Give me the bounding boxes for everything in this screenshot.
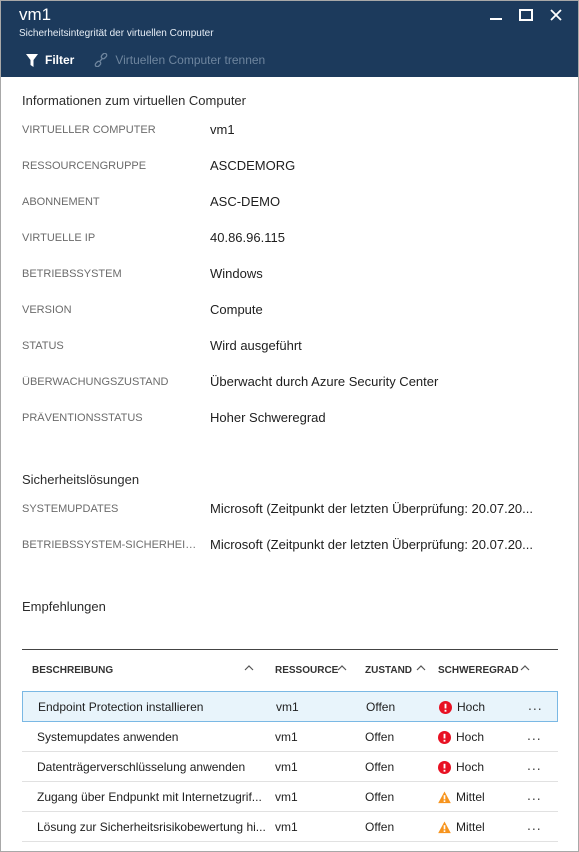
window-controls bbox=[478, 7, 568, 23]
prop-value-vm: vm1 bbox=[210, 122, 235, 137]
severity-label: Hoch bbox=[456, 730, 485, 744]
cell-state: Offen bbox=[365, 760, 395, 774]
severity-label: Hoch bbox=[457, 700, 486, 714]
prop-key-os: BETRIEBSSYSTEM bbox=[22, 268, 122, 280]
prop-value-resource-group: ASCDEMORG bbox=[210, 158, 296, 173]
disconnect-vm-button[interactable]: Virtuellen Computer trennen bbox=[94, 53, 265, 67]
link-icon bbox=[94, 53, 108, 67]
prop-value-monitoring-state: Überwacht durch Azure Security Center bbox=[210, 374, 439, 389]
table-row[interactable]: Lösung zur Sicherheitsrisikobewertung hi… bbox=[22, 812, 558, 842]
warning-icon bbox=[438, 820, 451, 833]
cell-resource: vm1 bbox=[275, 730, 298, 744]
column-header-state[interactable]: ZUSTAND bbox=[365, 665, 412, 676]
sort-up-icon[interactable] bbox=[416, 663, 426, 673]
disconnect-vm-label: Virtuellen Computer trennen bbox=[115, 53, 266, 67]
filter-label: Filter bbox=[45, 53, 75, 67]
cell-severity: Hoch bbox=[439, 700, 529, 714]
cell-resource: vm1 bbox=[275, 820, 298, 834]
error-icon bbox=[438, 760, 451, 774]
more-actions-button[interactable]: ... bbox=[528, 697, 543, 713]
column-header-resource[interactable]: RESSOURCE bbox=[275, 665, 338, 676]
cell-description: Lösung zur Sicherheitsrisikobewertung hi… bbox=[37, 820, 266, 834]
prop-key-subscription: ABONNEMENT bbox=[22, 196, 100, 208]
cell-description: Systemupdates anwenden bbox=[37, 730, 179, 744]
minimize-button[interactable] bbox=[484, 7, 508, 23]
filter-button[interactable]: Filter bbox=[26, 53, 74, 67]
table-row[interactable]: Endpoint Protection installieren vm1 Off… bbox=[22, 691, 558, 722]
more-actions-button[interactable]: ... bbox=[527, 757, 542, 773]
prop-key-status: STATUS bbox=[22, 340, 64, 352]
blade-header: vm1 Sicherheitsintegrität der virtuellen… bbox=[1, 1, 578, 77]
cell-resource: vm1 bbox=[276, 700, 299, 714]
sort-up-icon[interactable] bbox=[244, 663, 254, 673]
cell-severity: Hoch bbox=[438, 730, 528, 744]
more-actions-button[interactable]: ... bbox=[527, 817, 542, 833]
column-header-description[interactable]: BESCHREIBUNG bbox=[32, 665, 113, 676]
more-actions-button[interactable]: ... bbox=[527, 787, 542, 803]
prop-value-prevention-status: Hoher Schweregrad bbox=[210, 410, 326, 425]
security-solutions-title: Sicherheitslösungen bbox=[22, 472, 140, 487]
maximize-icon bbox=[519, 9, 533, 21]
cell-severity: Hoch bbox=[438, 760, 528, 774]
prop-value-virtual-ip: 40.86.96.115 bbox=[210, 230, 285, 245]
cell-description: Endpoint Protection installieren bbox=[38, 700, 204, 714]
cell-severity: Mittel bbox=[438, 790, 528, 804]
sort-up-icon[interactable] bbox=[520, 663, 530, 673]
cell-state: Offen bbox=[365, 730, 395, 744]
cell-severity: Mittel bbox=[438, 820, 528, 834]
cell-description: Zugang über Endpunkt mit Internetzugrif.… bbox=[37, 790, 262, 804]
prop-key-virtual-ip: VIRTUELLE IP bbox=[22, 232, 96, 244]
close-button[interactable] bbox=[544, 7, 568, 23]
prop-value-os-security: Microsoft (Zeitpunkt der letzten Überprü… bbox=[210, 537, 534, 552]
filter-icon bbox=[26, 53, 38, 67]
prop-value-subscription: ASC-DEMO bbox=[210, 194, 281, 209]
warning-icon bbox=[438, 790, 451, 803]
recommendations-title: Empfehlungen bbox=[22, 599, 106, 614]
command-bar: Filter Virtuellen Computer trennen bbox=[1, 47, 265, 73]
prop-key-os-security: BETRIEBSSYSTEM-SICHERHEITS... bbox=[22, 539, 202, 551]
maximize-button[interactable] bbox=[514, 7, 538, 23]
recommendations-table: BESCHREIBUNG RESSOURCE ZUSTAND SCHWEREGR… bbox=[22, 649, 558, 842]
error-icon bbox=[438, 730, 451, 744]
cell-resource: vm1 bbox=[275, 760, 298, 774]
cell-state: Offen bbox=[366, 700, 396, 714]
severity-label: Mittel bbox=[456, 820, 485, 834]
blade-title: vm1 bbox=[19, 5, 52, 24]
prop-value-status: Wird ausgeführt bbox=[210, 338, 302, 353]
prop-key-resource-group: RESSOURCENGRUPPE bbox=[22, 160, 147, 172]
table-header: BESCHREIBUNG RESSOURCE ZUSTAND SCHWEREGR… bbox=[22, 649, 558, 692]
prop-value-os: Windows bbox=[210, 266, 263, 281]
prop-key-system-updates: SYSTEMUPDATES bbox=[22, 503, 119, 515]
prop-value-system-updates: Microsoft (Zeitpunkt der letzten Überprü… bbox=[210, 501, 534, 516]
prop-value-version: Compute bbox=[210, 302, 263, 317]
severity-label: Mittel bbox=[456, 790, 485, 804]
minimize-icon bbox=[490, 18, 502, 20]
cell-resource: vm1 bbox=[275, 790, 298, 804]
table-row[interactable]: Systemupdates anwenden vm1 Offen Hoch ..… bbox=[22, 722, 558, 752]
table-row[interactable]: Datenträgerverschlüsselung anwenden vm1 … bbox=[22, 752, 558, 782]
error-icon bbox=[439, 700, 452, 714]
vm-info-title: Informationen zum virtuellen Computer bbox=[22, 93, 246, 108]
cell-state: Offen bbox=[365, 790, 395, 804]
blade: vm1 Sicherheitsintegrität der virtuellen… bbox=[0, 0, 579, 852]
prop-key-prevention-status: PRÄVENTIONSSTATUS bbox=[22, 412, 143, 424]
prop-key-monitoring-state: ÜBERWACHUNGSZUSTAND bbox=[22, 376, 169, 388]
close-icon bbox=[550, 9, 562, 21]
column-header-severity[interactable]: SCHWEREGRAD bbox=[438, 665, 519, 676]
cell-state: Offen bbox=[365, 820, 395, 834]
prop-key-vm: VIRTUELLER COMPUTER bbox=[22, 124, 156, 136]
prop-key-version: VERSION bbox=[22, 304, 72, 316]
sort-up-icon[interactable] bbox=[337, 663, 347, 673]
blade-subtitle: Sicherheitsintegrität der virtuellen Com… bbox=[19, 28, 214, 39]
severity-label: Hoch bbox=[456, 760, 485, 774]
table-row[interactable]: Zugang über Endpunkt mit Internetzugrif.… bbox=[22, 782, 558, 812]
more-actions-button[interactable]: ... bbox=[527, 727, 542, 743]
cell-description: Datenträgerverschlüsselung anwenden bbox=[37, 760, 246, 774]
